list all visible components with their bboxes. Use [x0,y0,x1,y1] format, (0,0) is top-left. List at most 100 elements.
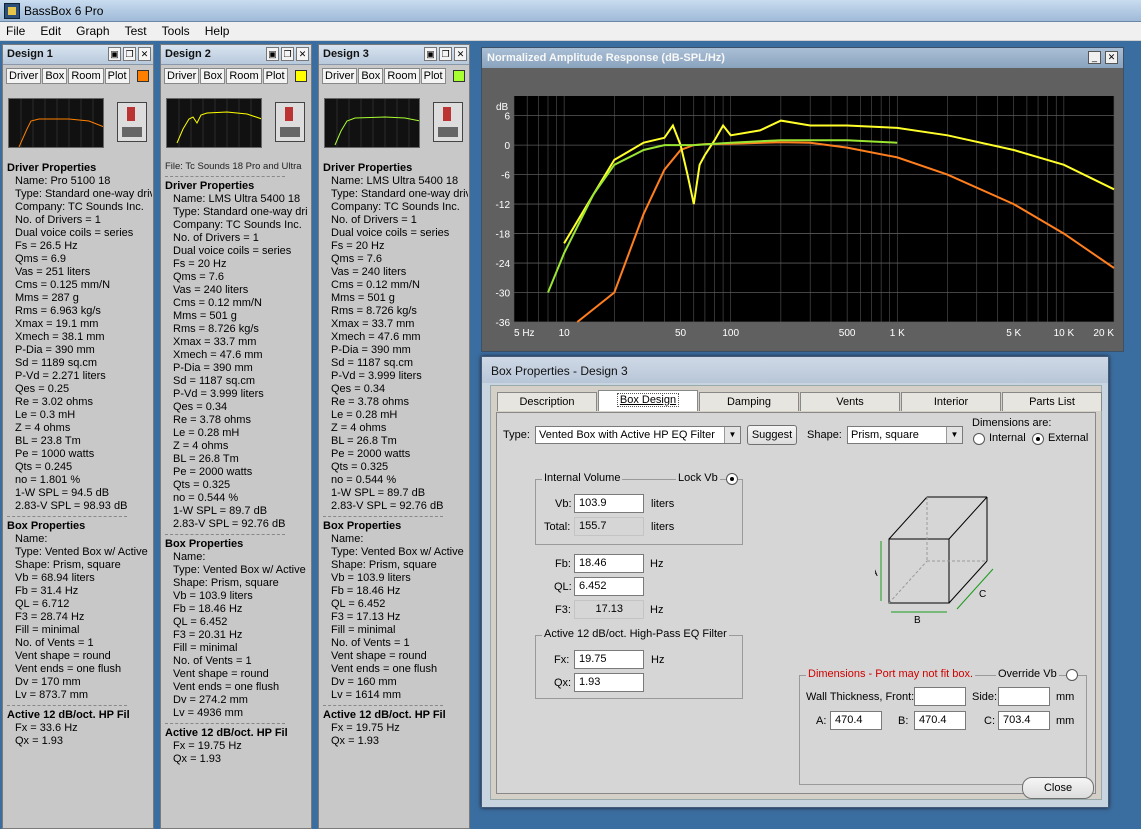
property-line: Qx = 1.93 [15,735,64,747]
wall-side-input[interactable] [998,687,1050,706]
tab-parts-list-label: Parts List [1029,396,1075,408]
close-icon[interactable]: ✕ [1105,51,1118,64]
box-icon[interactable] [117,102,147,142]
response-thumbnail[interactable] [8,98,104,148]
design-panel-2: Design 2 ▣ ❐ ✕ Driver Box Room Plot File: Tc Sou… [160,44,312,829]
tab-vents[interactable]: Vents [800,392,900,411]
tab-parts-list[interactable]: Parts List [1002,392,1102,411]
amplitude-chart-svg: dB60-6-12-18-24-30-365 Hz 10 50 100 500 1 K5 … [496,96,1115,339]
save-icon[interactable]: ▣ [266,47,279,61]
property-line: Mms = 501 g [331,292,395,304]
copy-icon[interactable]: ❐ [281,47,294,61]
box-icon[interactable] [433,102,463,142]
menu-help[interactable]: Help [199,22,236,40]
plot-color-swatch[interactable] [137,70,149,82]
override-vb-radio[interactable] [1066,669,1078,681]
tab-driver[interactable]: Driver [164,68,200,84]
tab-box-design[interactable]: Box Design [598,390,698,411]
shape-select[interactable]: Prism, square ▼ [847,426,963,444]
external-radio[interactable] [1032,433,1044,445]
close-icon[interactable]: ✕ [296,47,309,61]
tab-description[interactable]: Description [497,392,597,411]
property-line: Vb = 103.9 liters [173,590,253,602]
tab-driver[interactable]: Driver [322,68,358,84]
property-line: 2.83-V SPL = 98.93 dB [15,500,128,512]
internal-radio[interactable] [973,433,985,445]
property-line: Vent shape = round [173,668,269,680]
property-line: Fx = 33.6 Hz [15,722,78,734]
property-line: Rms = 6.963 kg/s [15,305,101,317]
tab-driver[interactable]: Driver [6,68,42,84]
close-button[interactable]: Close [1022,777,1094,799]
tab-room[interactable]: Room [226,68,262,84]
property-line: Dual voice coils = series [15,227,134,239]
c-input[interactable]: 703.4 [998,711,1050,730]
ql-input[interactable]: 6.452 [574,577,644,596]
menu-test[interactable]: Test [119,22,153,40]
tab-box[interactable]: Box [42,68,68,84]
property-line: Qms = 7.6 [173,271,225,283]
tab-plot[interactable]: Plot [420,68,446,84]
design-title: Design 2 [165,48,211,60]
hp-filter-heading: Active 12 dB/oct. HP Fil [323,709,446,721]
lock-vb-radio[interactable] [726,473,738,485]
copy-icon[interactable]: ❐ [439,47,452,61]
copy-icon[interactable]: ❐ [123,47,136,61]
qx-input[interactable]: 1.93 [574,673,644,692]
dialog-client: Description Box Design Damping Vents Int… [490,385,1102,800]
response-thumbnail[interactable] [166,98,262,148]
file-line: File: Tc Sounds 18 Pro and Ultra [165,161,302,172]
menu-tools[interactable]: Tools [156,22,196,40]
tab-interior[interactable]: Interior [901,392,1001,411]
fb-input[interactable]: 18.46 [574,554,644,573]
menu-file[interactable]: File [0,22,31,40]
tab-damping[interactable]: Damping [699,392,799,411]
b-label: B: [898,715,909,727]
minimize-icon[interactable]: _ [1088,51,1101,64]
property-line: P-Dia = 390 mm [173,362,253,374]
tab-room[interactable]: Room [384,68,420,84]
save-icon[interactable]: ▣ [108,47,121,61]
type-select[interactable]: Vented Box with Active HP EQ Filter ▼ [535,426,741,444]
close-icon[interactable]: ✕ [454,47,467,61]
design-panel-1: Design 1 ▣ ❐ ✕ Driver Box Room Plot Driver Prope… [2,44,154,829]
property-line: Name: [15,533,48,545]
thumbnail-curve [176,111,261,144]
property-line: Qes = 0.34 [331,383,386,395]
box-icon[interactable] [275,102,305,142]
tab-box[interactable]: Box [358,68,384,84]
property-line: Company: TC Sounds Inc. [15,201,144,213]
plot-color-swatch[interactable] [453,70,465,82]
tab-plot[interactable]: Plot [262,68,288,84]
menu-graph[interactable]: Graph [70,22,115,40]
menu-edit[interactable]: Edit [34,22,67,40]
plot-color-swatch[interactable] [295,70,307,82]
suggest-button[interactable]: Suggest [747,425,797,445]
property-line: Cms = 0.12 mm/N [173,297,262,309]
property-line: Vb = 103.9 liters [331,572,411,584]
chevron-down-icon: ▼ [724,427,740,443]
close-icon[interactable]: ✕ [138,47,151,61]
wall-front-input[interactable] [914,687,966,706]
property-line: Qx = 1.93 [331,735,380,747]
property-line: Fill = minimal [15,624,80,636]
b-input[interactable]: 470.4 [914,711,966,730]
fx-input[interactable]: 19.75 [574,650,644,669]
response-thumbnail[interactable] [324,98,420,148]
design-properties: Driver Properties Name: Pro 5100 18 Type: … [7,160,152,748]
tab-damping-label: Damping [726,396,772,408]
vb-input[interactable]: 103.9 [574,494,644,513]
box-properties-heading: Box Properties [7,520,86,532]
property-line: Dv = 160 mm [331,676,397,688]
property-line: Name: LMS Ultra 5400 18 [331,175,459,187]
tab-plot[interactable]: Plot [104,68,130,84]
property-line: Xmax = 33.7 mm [331,318,415,330]
box-hidden-edge-depth [888,560,928,604]
tab-room[interactable]: Room [68,68,104,84]
save-icon[interactable]: ▣ [424,47,437,61]
tab-box[interactable]: Box [200,68,226,84]
fx-label: Fx: [554,654,570,666]
property-line: P-Vd = 2.271 liters [15,370,106,382]
a-input[interactable]: 470.4 [830,711,882,730]
property-line: Company: TC Sounds Inc. [173,219,302,231]
